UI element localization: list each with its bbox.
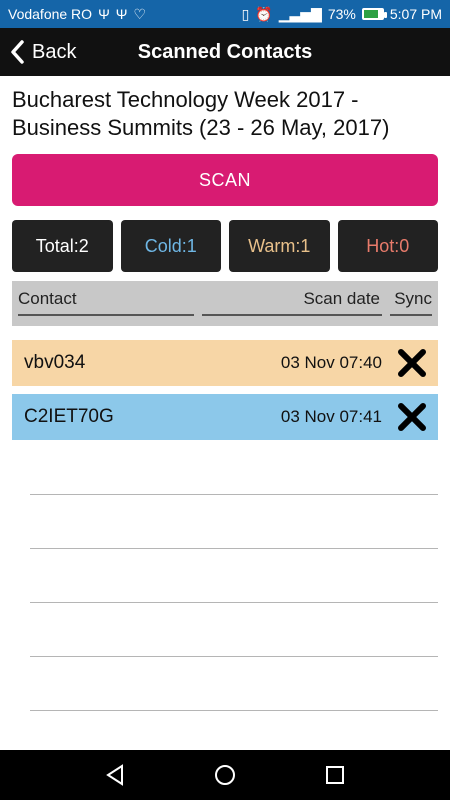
column-header-scan-date: Scan date — [303, 289, 380, 308]
header-underline — [18, 314, 194, 316]
app-bar: Back Scanned Contacts — [0, 28, 450, 76]
heart-monitor-icon: ♡ — [133, 5, 147, 22]
status-left: Vodafone RO Ψ Ψ ♡ — [8, 6, 146, 23]
scan-date: 03 Nov 07:41 — [280, 407, 382, 426]
battery-icon — [361, 8, 387, 20]
empty-row-divider — [30, 494, 438, 495]
contact-name: C2IET70G — [24, 406, 114, 427]
square-recents-icon — [326, 766, 344, 784]
cold-counter-button[interactable]: Cold:1 — [120, 220, 221, 272]
back-label: Back — [32, 40, 77, 63]
nav-home-button[interactable] — [210, 760, 240, 790]
battery-percent: 73% — [327, 6, 356, 22]
4g-signal-icon: ▁▃▅▇ — [278, 5, 322, 22]
contact-name: vbv034 — [24, 352, 86, 373]
system-nav-bar — [0, 750, 450, 800]
status-bar: Vodafone RO Ψ Ψ ♡ ▯ ⏰ ▁▃▅▇ 73% 5:07 PM — [0, 0, 450, 28]
total-counter-button[interactable]: Total:2 — [12, 220, 113, 272]
table-row[interactable]: vbv034 03 Nov 07:40 — [12, 340, 438, 386]
nav-back-button[interactable] — [100, 760, 130, 790]
status-right: ▯ ⏰ ▁▃▅▇ 73% 5:07 PM — [242, 6, 442, 23]
table-header: Contact Scan date Sync — [12, 281, 438, 326]
delete-x-icon[interactable] — [396, 347, 428, 379]
counter-filters: Total:2 Cold:1 Warm:1 Hot:0 — [12, 220, 438, 272]
circle-home-icon — [215, 765, 235, 785]
warm-counter-button[interactable]: Warm:1 — [229, 220, 330, 272]
chevron-left-icon — [11, 40, 24, 64]
carrier-name: Vodafone RO — [8, 6, 93, 22]
status-time: 5:07 PM — [389, 6, 442, 22]
empty-row-divider — [30, 548, 438, 549]
triangle-back-icon — [106, 764, 123, 786]
back-button[interactable]: Back — [0, 28, 76, 76]
usb-icon: Ψ — [98, 6, 110, 22]
scan-date: 03 Nov 07:40 — [280, 353, 382, 372]
header-underline — [390, 314, 432, 316]
column-header-sync: Sync — [394, 289, 432, 308]
vibrate-icon: ▯ — [241, 5, 250, 22]
hot-counter-button[interactable]: Hot:0 — [337, 220, 438, 272]
header-underline — [202, 314, 382, 316]
scan-button[interactable]: SCAN — [12, 154, 438, 206]
usb-icon: Ψ — [115, 6, 128, 22]
empty-row-divider — [30, 710, 438, 711]
nav-recents-button[interactable] — [320, 760, 350, 790]
column-header-contact: Contact — [18, 289, 77, 308]
delete-x-icon[interactable] — [396, 401, 428, 433]
empty-row-divider — [30, 602, 438, 603]
table-row[interactable]: C2IET70G 03 Nov 07:41 — [12, 394, 438, 440]
empty-row-divider — [30, 656, 438, 657]
alarm-icon: ⏰ — [255, 5, 273, 22]
event-title: Bucharest Technology Week 2017 - Busines… — [12, 87, 390, 140]
